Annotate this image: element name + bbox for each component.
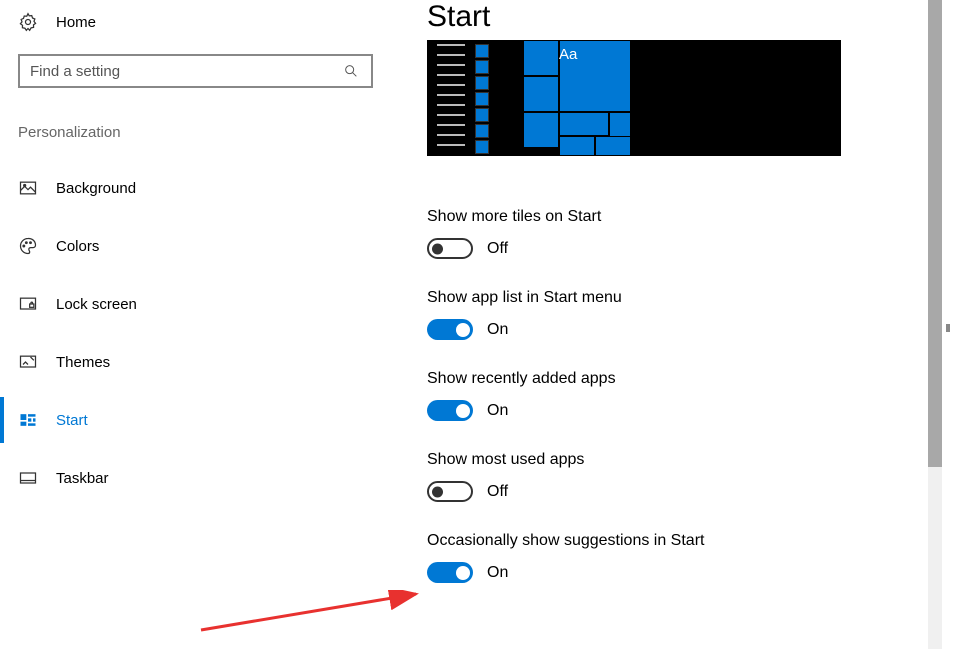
sidebar-item-label: Lock screen [56,296,137,313]
main-content: Start Aa [375,0,956,649]
toggle-state: On [487,564,508,582]
sidebar-item-label: Start [56,412,88,429]
home-link[interactable]: Home [18,12,375,32]
search-input[interactable]: Find a setting [18,54,373,88]
sidebar-item-label: Background [56,180,136,197]
sidebar-item-label: Themes [56,354,110,371]
search-placeholder: Find a setting [30,63,120,80]
setting-label: Show most used apps [427,451,956,469]
lock-screen-icon [18,294,38,314]
image-icon [18,178,38,198]
toggle-suggestions[interactable] [427,562,473,583]
sidebar-item-label: Taskbar [56,470,109,487]
toggle-state: On [487,321,508,339]
gear-icon [18,12,38,32]
sidebar: Home Find a setting Personalization Back… [0,0,375,649]
paint-icon [18,352,38,372]
sidebar-item-lock-screen[interactable]: Lock screen [18,281,375,327]
section-header: Personalization [18,124,375,141]
palette-icon [18,236,38,256]
setting-label: Occasionally show suggestions in Start [427,532,956,550]
sidebar-item-colors[interactable]: Colors [18,223,375,269]
start-preview: Aa [427,40,841,156]
sidebar-item-background[interactable]: Background [18,165,375,211]
setting-label: Show more tiles on Start [427,208,956,226]
sidebar-item-taskbar[interactable]: Taskbar [18,455,375,501]
setting-label: Show app list in Start menu [427,289,956,307]
start-tiles-icon [18,410,38,430]
setting-label: Show recently added apps [427,370,956,388]
home-label: Home [56,14,96,31]
toggle-state: On [487,402,508,420]
setting-suggestions: Occasionally show suggestions in Start O… [427,532,956,583]
preview-aa-label: Aa [559,46,577,63]
toggle-state: Off [487,240,508,258]
scrollbar-thumb[interactable] [928,0,942,467]
toggle-most-used[interactable] [427,481,473,502]
setting-recently-added: Show recently added apps On [427,370,956,421]
setting-more-tiles: Show more tiles on Start Off [427,208,956,259]
toggle-more-tiles[interactable] [427,238,473,259]
search-icon [341,61,361,81]
sidebar-item-themes[interactable]: Themes [18,339,375,385]
scroll-marker [946,324,950,332]
toggle-state: Off [487,483,508,501]
setting-app-list: Show app list in Start menu On [427,289,956,340]
sidebar-item-start[interactable]: Start [18,397,375,443]
sidebar-item-label: Colors [56,238,99,255]
setting-most-used: Show most used apps Off [427,451,956,502]
toggle-recently-added[interactable] [427,400,473,421]
page-title: Start [427,0,956,34]
toggle-app-list[interactable] [427,319,473,340]
taskbar-icon [18,468,38,488]
